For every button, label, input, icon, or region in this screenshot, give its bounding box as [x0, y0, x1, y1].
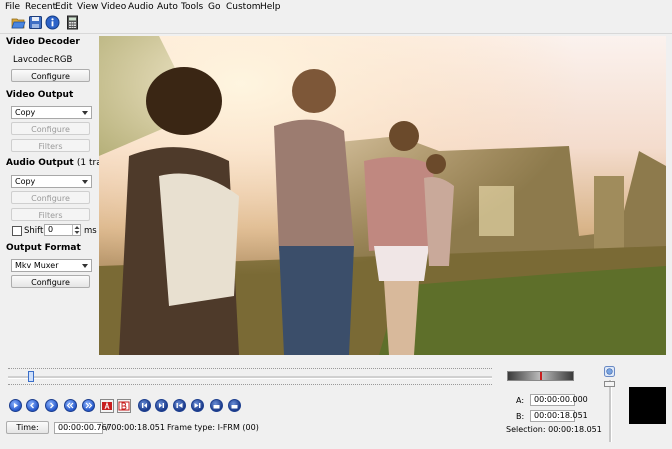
menu-audio[interactable]: Audio	[128, 2, 154, 12]
video-frame-image	[99, 36, 666, 355]
last-frame-button[interactable]	[191, 399, 204, 412]
video-output-title: Video Output	[6, 90, 74, 100]
previous-black-icon	[142, 403, 147, 408]
menu-video[interactable]: Video	[101, 2, 126, 12]
first-frame-button[interactable]	[173, 399, 186, 412]
marker-b-icon	[118, 401, 130, 411]
double-chevron-right-icon	[85, 402, 93, 409]
menu-edit[interactable]: Edit	[55, 2, 72, 12]
timeline-ticks-top	[8, 368, 492, 370]
seek-track[interactable]	[8, 376, 492, 379]
chevron-down-icon	[82, 111, 88, 115]
previous-black-frame-button[interactable]	[138, 399, 151, 412]
play-button[interactable]	[9, 399, 22, 412]
shift-checkbox[interactable]	[12, 226, 22, 236]
set-marker-b-button[interactable]	[117, 399, 131, 413]
set-marker-a-button[interactable]	[100, 399, 114, 413]
previous-frame-button[interactable]	[26, 399, 39, 412]
menu-tools[interactable]: Tools	[181, 2, 203, 12]
jog-marker	[540, 372, 542, 380]
goto-a-icon	[213, 405, 220, 409]
selection-info: Selection: 00:00:18.051	[506, 425, 602, 434]
video-preview	[99, 36, 666, 355]
menu-bar: File Recent Edit View Video Audio Auto T…	[0, 0, 672, 13]
video-filters-button[interactable]: Filters	[11, 139, 90, 152]
audio-configure-button[interactable]: Configure	[11, 191, 90, 204]
info-icon[interactable]	[45, 15, 60, 30]
audio-output-select[interactable]: Copy	[11, 175, 92, 188]
seek-thumb[interactable]	[28, 371, 34, 382]
marker-a-value: 00:00:00.000	[534, 395, 588, 404]
next-keyframe-button[interactable]	[82, 399, 95, 412]
output-configure-button[interactable]: Configure	[11, 275, 90, 288]
save-icon[interactable]	[28, 15, 43, 30]
output-format-select[interactable]: Mkv Muxer	[11, 259, 92, 272]
current-time-field[interactable]: 00:00:00.767	[54, 422, 112, 434]
menu-view[interactable]: View	[77, 2, 98, 12]
current-time: 00:00:00.767	[58, 423, 112, 432]
marker-b-field: 00:00:18.051	[530, 410, 588, 422]
goto-b-icon	[231, 405, 238, 409]
volume-track[interactable]	[609, 380, 612, 442]
time-button[interactable]: Time:	[6, 421, 49, 434]
shift-stepper[interactable]	[72, 225, 81, 235]
next-black-icon	[159, 403, 164, 408]
menu-auto[interactable]: Auto	[157, 2, 178, 12]
stepper-arrows-icon	[74, 226, 80, 234]
decoder-format: RGB	[54, 55, 73, 65]
volume-thumb[interactable]	[604, 381, 615, 387]
jog-shuttle[interactable]	[507, 371, 574, 381]
marker-a-label: A:	[516, 396, 525, 405]
marker-b-value: 00:00:18.051	[534, 411, 588, 420]
shift-unit: ms	[84, 226, 97, 236]
audio-meter-preview	[629, 387, 666, 424]
audio-output-selected: Copy	[15, 177, 36, 186]
marker-a-field: 00:00:00.000	[530, 394, 588, 406]
last-frame-icon	[194, 403, 201, 408]
decoder-configure-button[interactable]: Configure	[11, 69, 90, 82]
next-frame-button[interactable]	[45, 399, 58, 412]
chevron-down-icon	[82, 264, 88, 268]
toolbar	[0, 13, 672, 34]
output-format-title: Output Format	[6, 243, 81, 253]
chevron-down-icon	[82, 180, 88, 184]
video-output-select[interactable]: Copy	[11, 106, 92, 119]
menu-file[interactable]: File	[5, 2, 20, 12]
play-icon	[14, 403, 18, 408]
audio-output-title-text: Audio Output	[6, 158, 74, 168]
shift-label: Shift:	[24, 226, 47, 236]
decoder-codec: Lavcodec	[13, 55, 54, 65]
chevron-right-icon	[50, 402, 54, 409]
video-output-selected: Copy	[15, 108, 36, 117]
goto-marker-b-button[interactable]	[228, 399, 241, 412]
calculator-icon[interactable]	[65, 15, 80, 30]
menu-go[interactable]: Go	[208, 2, 220, 12]
double-chevron-left-icon	[66, 402, 74, 409]
menu-recent[interactable]: Recent	[25, 2, 56, 12]
volume-icon[interactable]	[604, 366, 615, 377]
first-frame-icon	[176, 403, 183, 408]
open-file-icon[interactable]	[11, 15, 26, 30]
video-configure-button[interactable]: Configure	[11, 122, 90, 135]
previous-keyframe-button[interactable]	[64, 399, 77, 412]
timeline-ticks-bottom	[8, 384, 492, 386]
frame-type: Frame type: I-FRM (00)	[167, 423, 259, 432]
marker-a-icon	[102, 401, 112, 410]
total-time: / 00:00:18.051	[106, 423, 165, 432]
chevron-left-icon	[30, 402, 34, 409]
goto-marker-a-button[interactable]	[210, 399, 223, 412]
shift-value: 0	[48, 225, 54, 234]
next-black-frame-button[interactable]	[155, 399, 168, 412]
video-decoder-title: Video Decoder	[6, 37, 80, 47]
marker-b-label: B:	[516, 412, 525, 421]
audio-filters-button[interactable]: Filters	[11, 208, 90, 221]
menu-help[interactable]: Help	[260, 2, 281, 12]
menu-custom[interactable]: Custom	[226, 2, 260, 12]
output-format-selected: Mkv Muxer	[15, 261, 59, 270]
